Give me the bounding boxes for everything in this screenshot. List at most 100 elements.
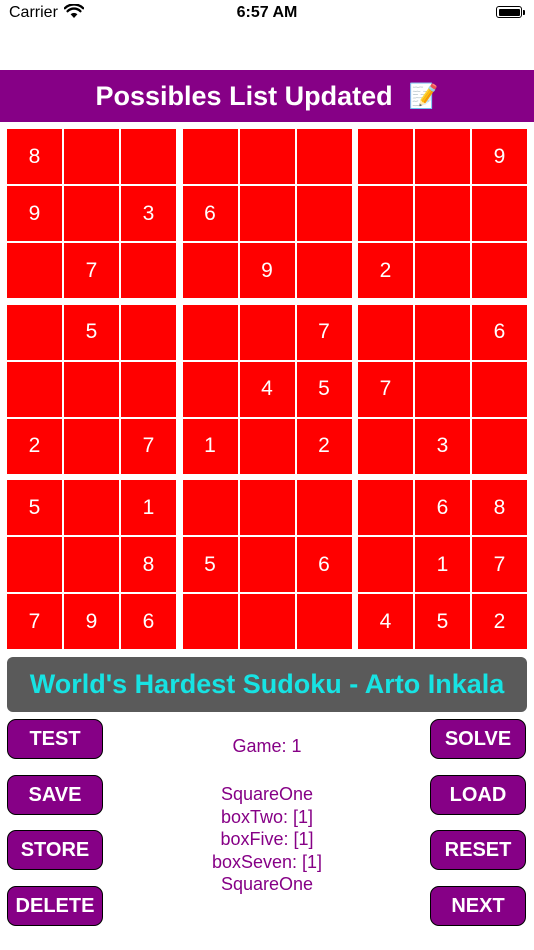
sudoku-cell[interactable]: 1 [415,537,470,592]
sudoku-cell[interactable] [239,537,295,592]
sudoku-cell[interactable]: 6 [472,304,527,360]
sudoku-box: 745 1 2 [182,304,352,474]
info-line: boxSeven: [1] [211,851,323,872]
sudoku-cell[interactable] [415,361,470,417]
sudoku-cell[interactable]: 1 [121,480,176,535]
sudoku-cell[interactable]: 7 [296,304,352,360]
sudoku-cell[interactable] [296,186,352,241]
sudoku-cell[interactable] [472,243,527,298]
sudoku-cell[interactable]: 4 [358,594,413,649]
sudoku-cell[interactable] [358,129,413,184]
sudoku-cell[interactable] [239,129,295,184]
sudoku-cell[interactable] [64,361,119,417]
sudoku-cell[interactable]: 3 [121,186,176,241]
info-text[interactable]: SquareOne boxTwo: [1] boxFive: [1] boxSeven… [150,783,384,903]
sudoku-cell[interactable] [182,480,238,535]
memo-icon: 📝 [408,82,439,110]
info-line: SquareOne [220,874,314,894]
sudoku-cell[interactable] [358,418,413,474]
sudoku-cell[interactable] [7,243,62,298]
sudoku-cell[interactable]: 5 [7,480,62,535]
sudoku-cell[interactable]: 2 [296,418,352,474]
sudoku-cell[interactable]: 8 [7,129,62,184]
next-button[interactable]: NEXT [430,886,526,926]
sudoku-cell[interactable] [182,243,238,298]
sudoku-cell[interactable] [182,129,238,184]
sudoku-cell[interactable] [472,361,527,417]
sudoku-cell[interactable] [182,594,238,649]
sudoku-cell[interactable] [415,304,470,360]
save-button[interactable]: SAVE [7,775,103,815]
sudoku-cell[interactable] [121,243,176,298]
sudoku-cell[interactable] [64,480,119,535]
sudoku-cell[interactable]: 9 [239,243,295,298]
sudoku-cell[interactable] [64,537,119,592]
sudoku-cell[interactable] [64,418,119,474]
reset-button[interactable]: RESET [430,830,526,870]
sudoku-cell[interactable]: 7 [121,418,176,474]
sudoku-cell[interactable] [121,361,176,417]
sudoku-cell[interactable]: 5 [64,304,119,360]
sudoku-cell[interactable] [239,594,295,649]
store-button[interactable]: STORE [7,830,103,870]
sudoku-cell[interactable] [415,243,470,298]
sudoku-cell[interactable]: 6 [182,186,238,241]
sudoku-cell[interactable]: 5 [296,361,352,417]
sudoku-cell[interactable] [182,361,238,417]
solve-button[interactable]: SOLVE [430,719,526,759]
sudoku-box: 89 37 [7,129,176,298]
sudoku-cell[interactable]: 6 [296,537,352,592]
sudoku-cell[interactable]: 9 [7,186,62,241]
sudoku-cell[interactable]: 2 [472,594,527,649]
sudoku-cell[interactable]: 5 [182,537,238,592]
sudoku-cell[interactable] [64,186,119,241]
sudoku-cell[interactable]: 3 [415,418,470,474]
sudoku-box: 56 [182,480,352,649]
sudoku-cell[interactable]: 4 [239,361,295,417]
sudoku-cell[interactable] [239,304,295,360]
sudoku-cell[interactable]: 6 [121,594,176,649]
sudoku-cell[interactable]: 7 [472,537,527,592]
sudoku-cell[interactable]: 5 [415,594,470,649]
sudoku-cell[interactable] [239,186,295,241]
sudoku-cell[interactable]: 9 [64,594,119,649]
sudoku-cell[interactable] [472,418,527,474]
sudoku-cell[interactable] [296,480,352,535]
sudoku-cell[interactable] [121,304,176,360]
sudoku-cell[interactable] [415,129,470,184]
sudoku-cell[interactable] [358,480,413,535]
sudoku-cell[interactable]: 7 [7,594,62,649]
sudoku-cell[interactable] [7,361,62,417]
sudoku-cell[interactable] [358,186,413,241]
sudoku-cell[interactable]: 7 [64,243,119,298]
sudoku-cell[interactable] [7,304,62,360]
test-button[interactable]: TEST [7,719,103,759]
sudoku-cell[interactable]: 7 [358,361,413,417]
sudoku-cell[interactable]: 8 [472,480,527,535]
sudoku-cell[interactable] [296,594,352,649]
sudoku-cell[interactable] [182,304,238,360]
sudoku-cell[interactable] [121,129,176,184]
load-button[interactable]: LOAD [430,775,526,815]
sudoku-cell[interactable]: 9 [472,129,527,184]
sudoku-cell[interactable]: 2 [7,418,62,474]
status-banner: Possibles List Updated 📝 [0,70,534,122]
sudoku-cell[interactable] [296,243,352,298]
sudoku-cell[interactable]: 1 [182,418,238,474]
sudoku-cell[interactable] [64,129,119,184]
sudoku-box: 5 18 796 [7,480,176,649]
sudoku-cell[interactable] [472,186,527,241]
info-line: boxTwo: [1] [220,806,314,827]
sudoku-cell[interactable]: 6 [415,480,470,535]
sudoku-cell[interactable] [239,418,295,474]
sudoku-cell[interactable] [296,129,352,184]
game-label: Game: 1 [232,736,302,756]
sudoku-cell[interactable] [415,186,470,241]
delete-button[interactable]: DELETE [7,886,103,926]
sudoku-cell[interactable] [7,537,62,592]
sudoku-cell[interactable]: 2 [358,243,413,298]
sudoku-cell[interactable] [239,480,295,535]
sudoku-cell[interactable]: 8 [121,537,176,592]
sudoku-cell[interactable] [358,537,413,592]
sudoku-cell[interactable] [358,304,413,360]
